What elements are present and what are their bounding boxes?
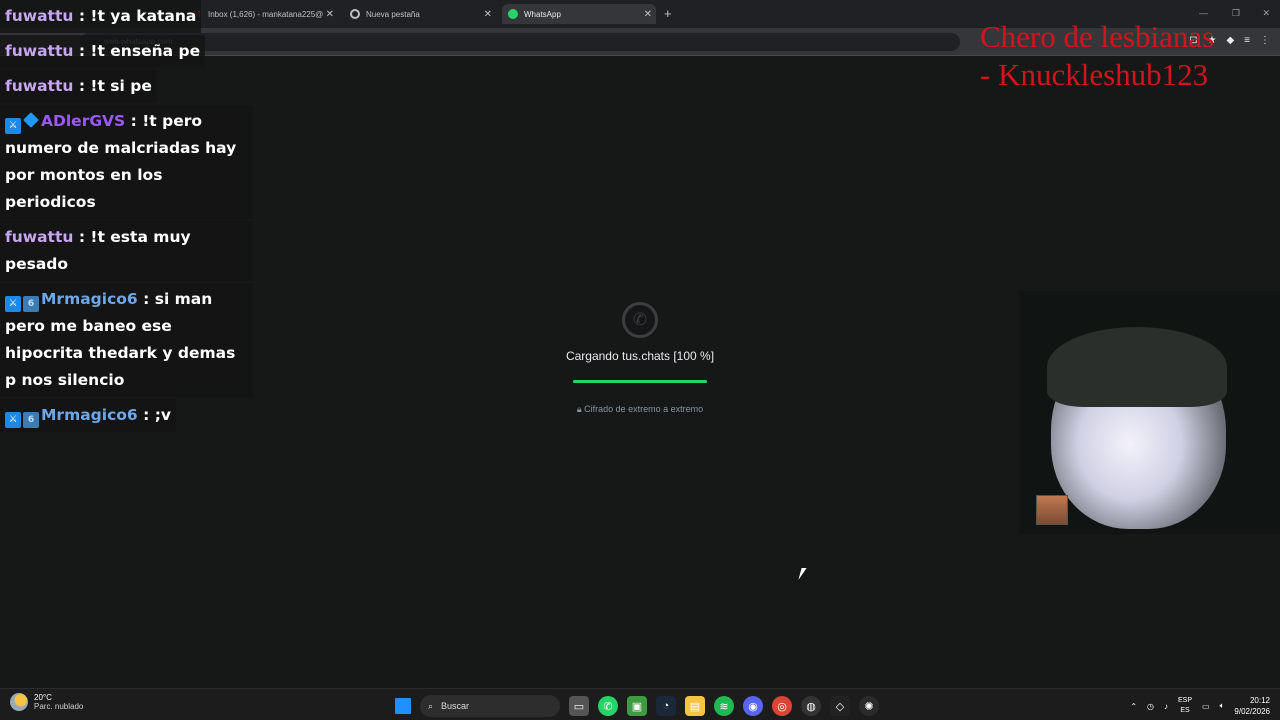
cube-badge-icon xyxy=(23,112,39,128)
webcam-feed xyxy=(1019,291,1280,534)
subscriber-badge-icon: 6 xyxy=(23,296,39,312)
roblox-icon[interactable]: ◇ xyxy=(830,696,850,716)
windows-start-icon[interactable] xyxy=(395,698,411,714)
chat-separator: : xyxy=(73,42,91,60)
chat-username[interactable]: ADlerGVS xyxy=(41,112,125,130)
app-icon[interactable]: ✺ xyxy=(859,696,879,716)
chat-separator: : xyxy=(73,228,91,246)
chevron-up-icon[interactable]: ⌃ xyxy=(1130,702,1137,711)
chat-separator: : xyxy=(73,7,91,25)
lang-bottom: ES xyxy=(1180,707,1190,714)
clock-date: 9/02/2026 xyxy=(1234,707,1270,716)
chat-separator: : xyxy=(137,406,155,424)
network-icon[interactable]: ▭ xyxy=(1202,702,1210,711)
chat-username[interactable]: fuwattu xyxy=(5,42,73,60)
loading-text: Cargando tus.chats [100 %] xyxy=(565,349,715,363)
chat-username[interactable]: Mrmagico6 xyxy=(41,406,138,424)
taskbar-apps: ⌕ Buscar ▭ ✆ ▣ ◔ ▤ ≋ ◉ ◎ ◍ ◇ ✺ xyxy=(395,695,879,717)
lang-top: ESP xyxy=(1178,697,1193,704)
clock-time: 20:12 xyxy=(1249,696,1270,705)
close-icon[interactable]: ✕ xyxy=(484,9,492,20)
tab-new-tab[interactable]: Nueva pestaña ✕ xyxy=(344,4,496,24)
close-icon[interactable]: ✕ xyxy=(644,9,652,20)
chat-message: ⚔ ADlerGVS : !t pero numero de malcriadas… xyxy=(0,105,253,219)
webcam-hair xyxy=(1047,327,1227,407)
moderator-badge-icon: ⚔ xyxy=(5,118,21,134)
tab-label: WhatsApp xyxy=(524,9,561,19)
chrome-icon xyxy=(350,9,360,19)
search-label: Buscar xyxy=(441,701,470,711)
lock-icon: 🔒︎ xyxy=(576,404,582,414)
moderator-badge-icon: ⚔ xyxy=(5,296,21,312)
chat-username[interactable]: fuwattu xyxy=(5,228,73,246)
mouse-cursor-icon xyxy=(798,568,812,580)
chat-username[interactable]: fuwattu xyxy=(5,7,73,25)
chat-message: ⚔ 6 Mrmagico6 : si man pero me baneo ese h… xyxy=(0,283,253,397)
clock[interactable]: 20:12 9/02/2026 xyxy=(1234,695,1270,717)
avatar xyxy=(1036,495,1068,525)
chat-separator: : xyxy=(73,77,91,95)
minimize-icon[interactable]: — xyxy=(1199,8,1208,18)
encryption-notice: 🔒︎ Cifrado de extremo a extremo xyxy=(540,404,740,415)
volume-icon[interactable]: 🔈︎ xyxy=(1220,701,1225,711)
file-explorer-icon[interactable]: ▤ xyxy=(685,696,705,716)
chrome-icon[interactable]: ◎ xyxy=(772,696,792,716)
obs-icon[interactable]: ◍ xyxy=(801,696,821,716)
overlay-title: Chero de lesbianas - Knuckleshub123 xyxy=(980,18,1280,94)
chat-separator: : xyxy=(137,290,155,308)
tab-label: Nueva pestaña xyxy=(366,9,420,19)
spotify-icon[interactable]: ≋ xyxy=(714,696,734,716)
whatsapp-icon[interactable]: ✆ xyxy=(598,696,618,716)
chat-username[interactable]: Mrmagico6 xyxy=(41,290,138,308)
chat-message: ⚔ 6 Mrmagico6 : ;v xyxy=(0,399,177,432)
moderator-badge-icon: ⚔ xyxy=(5,412,21,428)
weather-desc: Parc. nublado xyxy=(34,702,84,711)
weather-widget[interactable]: 20°C Parc. nublado xyxy=(10,693,83,711)
overlay-title-line1: Chero de lesbianas xyxy=(980,19,1215,54)
chat-text: !t ya katana xyxy=(90,7,197,25)
minecraft-icon[interactable]: ▣ xyxy=(627,696,647,716)
chat-message: fuwattu : !t si pe xyxy=(0,70,157,103)
chat-text: ;v xyxy=(154,406,172,424)
system-tray: ⌃ ◷ ♪ ESP ES ▭ 🔈︎ 20:12 9/02/2026 xyxy=(1130,695,1270,717)
discord-icon[interactable]: ◉ xyxy=(743,696,763,716)
overlay-title-line2: - Knuckleshub123 xyxy=(980,57,1209,92)
taskbar-search[interactable]: ⌕ Buscar xyxy=(420,695,560,717)
stream-chat-overlay: fuwattu : !t ya katana fuwattu : !t enseñ… xyxy=(0,0,253,434)
chat-message: fuwattu : !t enseña pe xyxy=(0,35,206,68)
encryption-text: Cifrado de extremo a extremo xyxy=(584,404,704,414)
task-view-icon[interactable]: ▭ xyxy=(569,696,589,716)
search-icon: ⌕ xyxy=(428,700,434,711)
chat-message: fuwattu : !t esta muy pesado xyxy=(0,221,253,281)
chat-separator: : xyxy=(125,112,143,130)
whatsapp-icon xyxy=(508,9,518,19)
weather-temp: 20°C xyxy=(34,693,52,702)
loading-progress-bar xyxy=(573,380,707,383)
microphone-icon[interactable]: ♪ xyxy=(1164,702,1168,711)
screen: M Inbox (1,626) - mankatana225@ ✕ Nueva … xyxy=(0,0,1280,720)
chat-text: !t enseña pe xyxy=(90,42,201,60)
language-indicator[interactable]: ESP ES xyxy=(1178,696,1192,716)
tab-whatsapp[interactable]: WhatsApp ✕ xyxy=(502,4,656,24)
chat-username[interactable]: fuwattu xyxy=(5,77,73,95)
whatsapp-logo-icon: ✆ xyxy=(622,302,658,338)
new-tab-button[interactable]: + xyxy=(664,6,672,21)
steam-icon[interactable]: ◔ xyxy=(656,696,676,716)
chat-text: !t si pe xyxy=(90,77,152,95)
sync-icon[interactable]: ◷ xyxy=(1147,702,1154,711)
weather-icon xyxy=(10,693,28,711)
chat-message: fuwattu : !t ya katana xyxy=(0,0,202,33)
close-icon[interactable]: ✕ xyxy=(326,9,334,20)
progress-fill xyxy=(573,380,707,383)
windows-taskbar: 20°C Parc. nublado ⌕ Buscar ▭ ✆ ▣ ◔ ▤ ≋ … xyxy=(0,688,1280,720)
subscriber-badge-icon: 6 xyxy=(23,412,39,428)
